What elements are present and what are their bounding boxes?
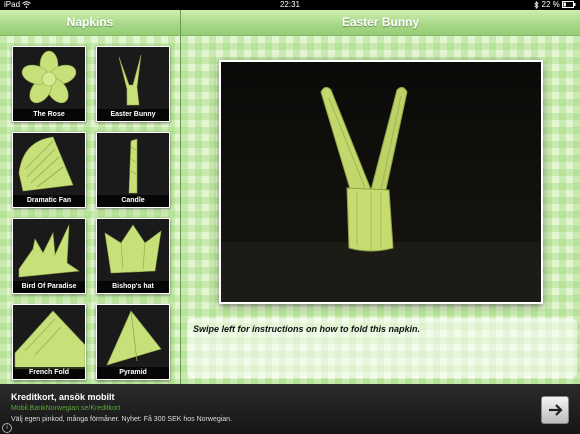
instruction-text: Swipe left for instructions on how to fo… xyxy=(193,324,420,334)
napkin-item-french-fold[interactable]: French Fold xyxy=(12,304,86,380)
napkin-detail-pane[interactable]: Swipe left for instructions on how to fo… xyxy=(181,36,580,384)
napkin-item-easter-bunny[interactable]: Easter Bunny xyxy=(96,46,170,122)
battery-icon xyxy=(562,1,576,9)
status-time: 22:31 xyxy=(279,0,301,9)
sidebar-navbar: Napkins xyxy=(0,10,181,36)
napkin-item-bird-of-paradise[interactable]: Bird Of Paradise xyxy=(12,218,86,294)
status-bar-right: 22 % xyxy=(534,0,576,10)
napkin-item-label: Bishop's hat xyxy=(97,281,169,293)
napkin-item-bishops-hat[interactable]: Bishop's hat xyxy=(96,218,170,294)
ad-url[interactable]: Mobil.BankNorwegian.se/Kreditkort xyxy=(11,405,120,412)
napkin-item-label: Candle xyxy=(97,195,169,207)
napkin-item-label: The Rose xyxy=(13,109,85,121)
status-bar: iPad 22:31 22 % xyxy=(0,0,580,10)
napkin-item-dramatic-fan[interactable]: Dramatic Fan xyxy=(12,132,86,208)
napkin-item-label: Bird Of Paradise xyxy=(13,281,85,293)
napkin-item-label: Pyramid xyxy=(97,367,169,379)
sidebar-title: Napkins xyxy=(66,15,114,29)
detail-title: Easter Bunny xyxy=(341,15,420,29)
easter-bunny-photo-image xyxy=(221,62,541,302)
napkin-item-label: French Fold xyxy=(13,367,85,379)
napkin-item-label: Dramatic Fan xyxy=(13,195,85,207)
napkin-list[interactable]: The Rose Easter Bunny Dramatic Fan Candl… xyxy=(0,36,181,384)
ad-open-button[interactable] xyxy=(541,396,569,424)
arrow-right-icon xyxy=(549,404,563,416)
napkin-photo xyxy=(219,60,543,304)
info-icon[interactable]: i xyxy=(2,423,12,433)
ad-title[interactable]: Kreditkort, ansök mobilt xyxy=(11,392,115,402)
detail-navbar: Easter Bunny xyxy=(181,10,580,36)
napkin-item-the-rose[interactable]: The Rose xyxy=(12,46,86,122)
napkin-item-pyramid[interactable]: Pyramid xyxy=(96,304,170,380)
napkin-item-candle[interactable]: Candle xyxy=(96,132,170,208)
instruction-box: Swipe left for instructions on how to fo… xyxy=(187,318,577,378)
bluetooth-icon xyxy=(534,0,539,10)
battery-percent: 22 % xyxy=(541,0,560,9)
napkin-item-label: Easter Bunny xyxy=(97,109,169,121)
ad-description: Välj egen pinkod, många förmåner. Nyhet:… xyxy=(11,416,233,423)
ad-banner[interactable]: Kreditkort, ansök mobilt Mobil.BankNorwe… xyxy=(0,384,580,434)
